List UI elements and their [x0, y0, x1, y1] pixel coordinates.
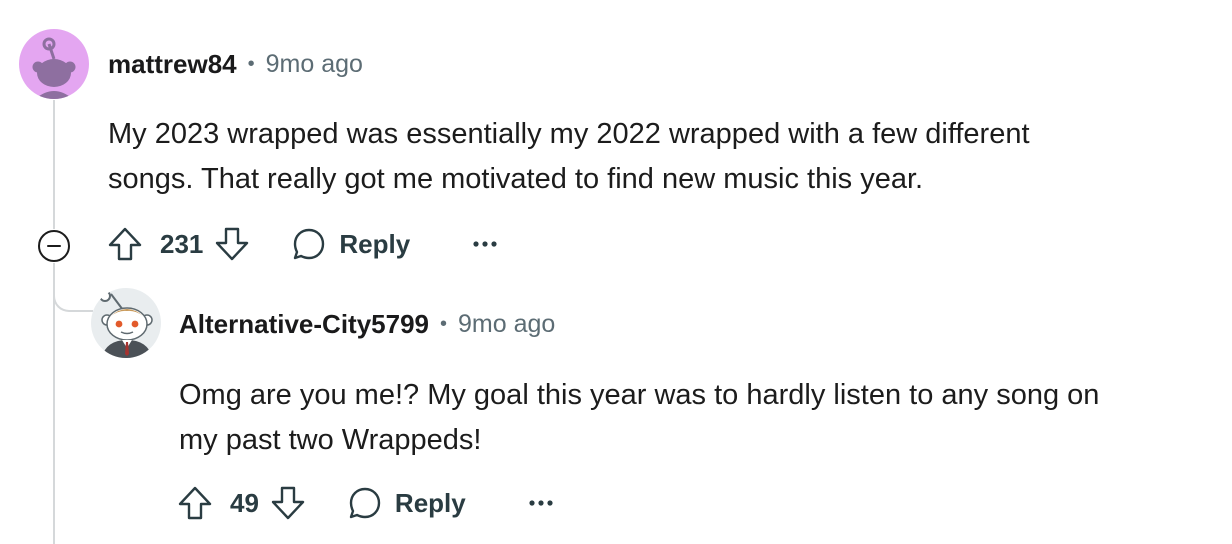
vote-count: 231: [160, 228, 204, 259]
comment-actions: 231 Reply: [106, 222, 498, 266]
snoo-avatar-icon: [32, 37, 76, 99]
downvote-button[interactable]: [213, 225, 251, 263]
reply-body: Omg are you me!? My goal this year was t…: [179, 373, 1224, 463]
reply-label: Reply: [339, 228, 411, 259]
collapse-thread-button[interactable]: [37, 229, 71, 263]
comment-thread: mattrew84 • 9mo ago My 2023 wrapped was …: [0, 0, 1232, 544]
comment-body-line: songs. That really got me motivated to f…: [108, 163, 924, 195]
more-options-button[interactable]: [528, 499, 554, 507]
reply-label: Reply: [394, 487, 466, 518]
downvote-icon: [216, 227, 249, 261]
vote-count: 49: [230, 487, 259, 518]
comment-bubble-icon: [294, 228, 325, 260]
meta-separator: •: [440, 312, 448, 335]
more-options-icon: [529, 500, 553, 506]
downvote-icon: [271, 486, 305, 520]
comment-timestamp[interactable]: 9mo ago: [266, 50, 363, 79]
upvote-button[interactable]: [106, 225, 144, 263]
thread-line[interactable]: [53, 100, 55, 544]
reply-timestamp[interactable]: 9mo ago: [458, 310, 555, 339]
upvote-icon: [178, 486, 212, 520]
comment-author[interactable]: mattrew84: [108, 49, 237, 80]
reply-button[interactable]: Reply: [347, 485, 466, 521]
comment-body-line: My 2023 wrapped was essentially my 2022 …: [108, 118, 1030, 150]
snoo-suit-avatar-icon: [99, 290, 153, 358]
reply-body-line: my past two Wrappeds!: [179, 424, 482, 456]
reply-meta: Alternative-City5799 • 9mo ago: [179, 308, 555, 340]
upvote-button[interactable]: [176, 484, 214, 522]
comment-body: My 2023 wrapped was essentially my 2022 …: [108, 112, 1208, 202]
more-options-icon: [473, 241, 497, 247]
upvote-icon: [108, 227, 142, 261]
meta-separator: •: [247, 52, 255, 75]
comment-bubble-icon: [349, 487, 381, 519]
comment-meta: mattrew84 • 9mo ago: [108, 48, 363, 80]
reply-author[interactable]: Alternative-City5799: [179, 309, 429, 340]
reply-button[interactable]: Reply: [291, 226, 410, 262]
more-options-button[interactable]: [472, 240, 498, 248]
user-avatar[interactable]: [19, 29, 89, 99]
downvote-button[interactable]: [269, 484, 307, 522]
thread-branch-connector: [53, 262, 93, 312]
reply-body-line: Omg are you me!? My goal this year was t…: [179, 379, 1100, 411]
reply-actions: 49 Reply: [176, 481, 554, 525]
collapse-icon: [38, 230, 70, 262]
user-avatar[interactable]: [91, 288, 161, 358]
